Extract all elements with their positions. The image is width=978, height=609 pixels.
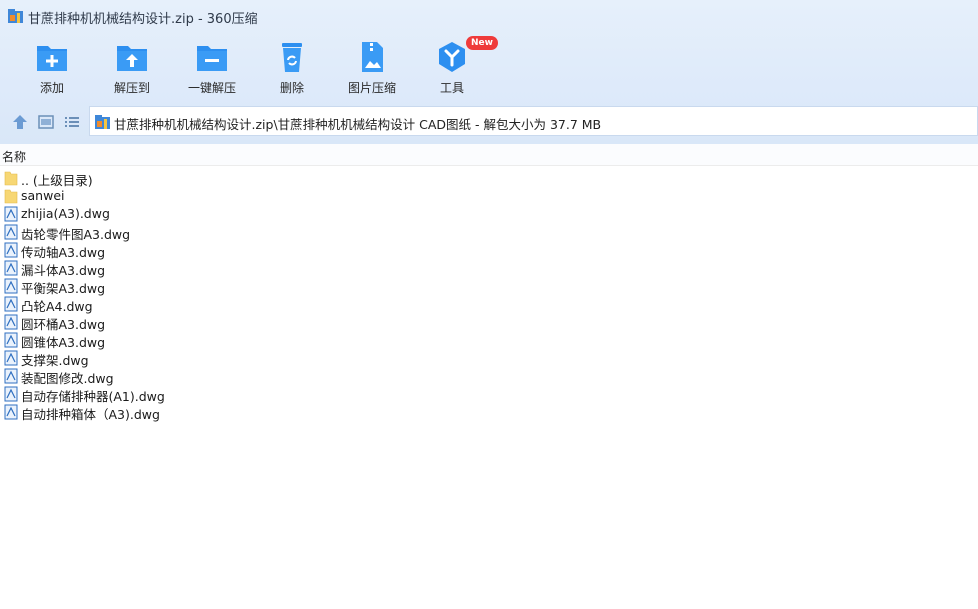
folder-icon <box>4 189 18 204</box>
column-header: 名称 <box>0 144 978 166</box>
delete-button[interactable]: 删除 <box>252 38 332 98</box>
list-item[interactable]: 传动轴A3.dwg <box>0 241 978 260</box>
one-click-extract-button[interactable]: 一键解压 <box>172 38 252 98</box>
list-item[interactable]: 装配图修改.dwg <box>0 367 978 386</box>
navigation-row: 甘蔗排种机机械结构设计.zip\甘蔗排种机机械结构设计 CAD图纸 - 解包大小… <box>0 106 978 138</box>
list-item[interactable]: zhijia(A3).dwg <box>0 205 978 223</box>
archive-path-icon <box>95 115 110 129</box>
dwg-file-icon <box>4 350 18 366</box>
file-name: sanwei <box>21 188 65 203</box>
list-item[interactable]: 圆锥体A3.dwg <box>0 331 978 350</box>
extract-to-icon <box>117 46 147 71</box>
extract-to-label: 解压到 <box>113 81 150 95</box>
delete-label: 删除 <box>279 81 304 95</box>
dwg-file-icon <box>4 242 18 258</box>
list-item[interactable]: .. (上级目录) <box>0 169 978 188</box>
up-arrow-icon[interactable] <box>11 113 29 131</box>
view-mode-icon[interactable] <box>37 113 55 131</box>
new-badge: New <box>466 36 498 50</box>
dwg-file-icon <box>4 314 18 330</box>
image-compress-icon <box>362 42 383 72</box>
list-item[interactable]: 自动排种箱体（A3).dwg <box>0 403 978 422</box>
add-label: 添加 <box>39 81 64 95</box>
list-item[interactable]: sanwei <box>0 187 978 205</box>
delete-recycle-icon <box>282 43 302 72</box>
list-item[interactable]: 凸轮A4.dwg <box>0 295 978 314</box>
one-click-extract-icon <box>197 46 227 71</box>
add-archive-icon <box>37 46 67 71</box>
tools-label: 工具 <box>439 81 464 95</box>
dwg-file-icon <box>4 368 18 384</box>
title-bar: 甘蔗排种机机械结构设计.zip - 360压缩 <box>0 0 978 32</box>
image-compress-button[interactable]: 图片压缩 <box>332 38 412 98</box>
image-compress-label: 图片压缩 <box>347 81 396 95</box>
dwg-file-icon <box>4 404 18 420</box>
list-item[interactable]: 自动存储排种器(A1).dwg <box>0 385 978 404</box>
path-bar[interactable]: 甘蔗排种机机械结构设计.zip\甘蔗排种机机械结构设计 CAD图纸 - 解包大小… <box>89 106 978 136</box>
dwg-file-icon <box>4 386 18 402</box>
tools-cube-icon <box>439 42 465 72</box>
toolbar: 添加 解压到 一键解压 删除 图片压缩 New 工具 <box>0 32 978 102</box>
list-item[interactable]: 平衡架A3.dwg <box>0 277 978 296</box>
tools-button[interactable]: New 工具 <box>412 36 498 98</box>
dwg-file-icon <box>4 332 18 348</box>
path-text: 甘蔗排种机机械结构设计.zip\甘蔗排种机机械结构设计 CAD图纸 - 解包大小… <box>114 117 602 132</box>
file-list: .. (上级目录) sanwei zhijia(A3).dwg 齿轮零件图A3.… <box>0 169 978 422</box>
dwg-file-icon <box>4 206 18 222</box>
archive-app-icon <box>8 9 23 23</box>
dwg-file-icon <box>4 278 18 294</box>
folder-icon <box>4 171 18 186</box>
dwg-file-icon <box>4 296 18 312</box>
dwg-file-icon <box>4 260 18 276</box>
add-button[interactable]: 添加 <box>12 38 92 98</box>
one-click-extract-label: 一键解压 <box>187 81 236 95</box>
list-view-icon[interactable] <box>63 113 81 131</box>
list-item[interactable]: 齿轮零件图A3.dwg <box>0 223 978 242</box>
window-title: 甘蔗排种机机械结构设计.zip - 360压缩 <box>28 12 258 27</box>
dwg-file-icon <box>4 224 18 240</box>
list-item[interactable]: 漏斗体A3.dwg <box>0 259 978 278</box>
list-item[interactable]: 支撑架.dwg <box>0 349 978 368</box>
list-item[interactable]: 圆环桶A3.dwg <box>0 313 978 332</box>
extract-to-button[interactable]: 解压到 <box>92 38 172 98</box>
file-name: zhijia(A3).dwg <box>21 206 110 221</box>
file-name: 自动排种箱体（A3).dwg <box>21 407 160 422</box>
column-name-header[interactable]: 名称 <box>2 148 26 165</box>
